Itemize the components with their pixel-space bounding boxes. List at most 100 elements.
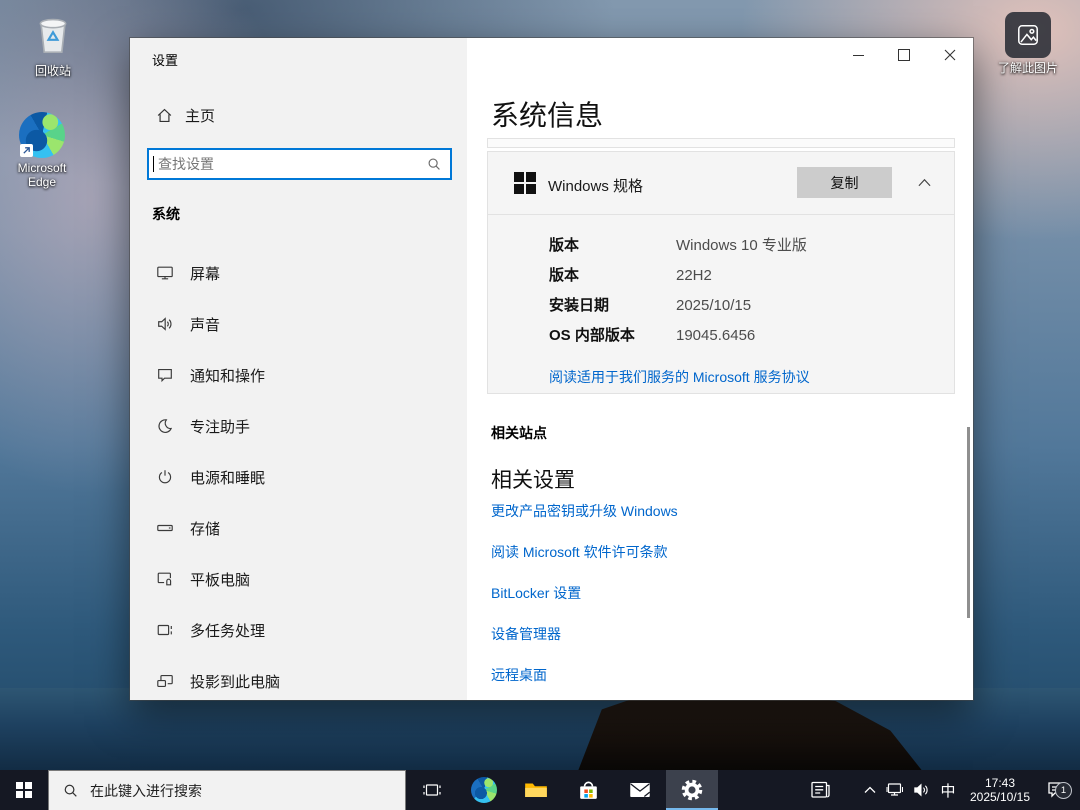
- sidebar-item-storage[interactable]: 存储: [130, 513, 467, 543]
- sidebar-item-label: 屏幕: [190, 265, 221, 283]
- sidebar-item-label: 声音: [190, 316, 221, 334]
- clock-date: 2025/10/15: [969, 790, 1031, 804]
- volume-icon: [913, 783, 928, 797]
- news-interests-button[interactable]: [798, 779, 844, 801]
- search-icon: [427, 157, 441, 171]
- windows-logo-icon: [514, 172, 536, 194]
- sidebar-item-label: 投影到此电脑: [190, 673, 281, 691]
- taskbar-settings-button[interactable]: [666, 770, 718, 810]
- change-product-key-link[interactable]: 更改产品密钥或升级 Windows: [491, 504, 678, 519]
- services-agreement-link[interactable]: 阅读适用于我们服务的 Microsoft 服务协议: [549, 367, 810, 387]
- copy-button[interactable]: 复制: [797, 167, 892, 198]
- projecting-icon: [157, 675, 173, 687]
- maximize-icon: [898, 49, 910, 61]
- ime-indicator[interactable]: 中: [934, 780, 962, 801]
- settings-sidebar: 设置 主页 系统: [130, 38, 467, 700]
- sidebar-item-label: 多任务处理: [190, 622, 266, 640]
- related-settings-heading: 相关设置: [491, 469, 575, 492]
- start-button[interactable]: [0, 770, 48, 810]
- sidebar-item-display[interactable]: 屏幕: [130, 258, 467, 288]
- taskbar-clock[interactable]: 17:43 2025/10/15: [962, 776, 1038, 804]
- mail-icon: [630, 782, 651, 798]
- sidebar-item-label: 专注助手: [190, 418, 251, 436]
- taskbar-file-explorer-button[interactable]: [510, 770, 562, 810]
- chevron-up-icon[interactable]: [918, 178, 931, 187]
- system-tray: 中 17:43 2025/10/15 1: [798, 770, 1080, 810]
- sidebar-nav: 屏幕 声音 通知和操作 专注助手 电源和睡眠 存储 平板电脑 多任务处理 投影到…: [130, 258, 467, 717]
- multitasking-icon: [157, 624, 172, 636]
- remote-desktop-link[interactable]: 远程桌面: [491, 668, 678, 683]
- sidebar-item-tablet[interactable]: 平板电脑: [130, 564, 467, 594]
- spec-label: OS 内部版本: [549, 327, 635, 344]
- taskbar-edge-button[interactable]: [458, 770, 510, 810]
- action-center-button[interactable]: 1: [1038, 779, 1074, 801]
- spec-card-title: Windows 规格: [548, 178, 644, 195]
- bitlocker-settings-link[interactable]: BitLocker 设置: [491, 586, 678, 601]
- spec-row: 版本 22H2: [549, 266, 954, 286]
- sound-icon: [158, 317, 172, 331]
- volume-tray-button[interactable]: [908, 781, 934, 799]
- taskbar-search-box[interactable]: [48, 770, 406, 810]
- sidebar-item-power-sleep[interactable]: 电源和睡眠: [130, 462, 467, 492]
- tablet-icon: [157, 572, 172, 586]
- sidebar-item-label: 平板电脑: [190, 571, 251, 589]
- page-title: 系统信息: [491, 100, 604, 131]
- picture-icon: [1005, 12, 1051, 58]
- sidebar-item-notifications[interactable]: 通知和操作: [130, 360, 467, 390]
- task-view-icon: [423, 784, 441, 796]
- window-title: 设置: [152, 53, 179, 68]
- home-icon: [157, 108, 172, 122]
- settings-search-input[interactable]: [154, 156, 427, 172]
- sidebar-item-projecting[interactable]: 投影到此电脑: [130, 666, 467, 696]
- taskbar-mail-button[interactable]: [614, 770, 666, 810]
- spec-value: 19045.6456: [676, 327, 756, 344]
- chevron-up-icon: [864, 786, 876, 793]
- previous-card-edge: [487, 138, 955, 148]
- related-sites-heading: 相关站点: [491, 425, 547, 441]
- taskbar-search-input[interactable]: [88, 781, 405, 800]
- spec-row: 版本 Windows 10 专业版: [549, 236, 954, 256]
- spec-value: 2025/10/15: [676, 297, 752, 314]
- shortcut-arrow-icon: [20, 144, 33, 157]
- minimize-button[interactable]: [835, 38, 881, 72]
- spec-value: 22H2: [676, 267, 712, 284]
- maximize-button[interactable]: [881, 38, 927, 72]
- spec-row: 安装日期 2025/10/15: [549, 296, 954, 316]
- close-button[interactable]: [927, 38, 973, 72]
- close-icon: [944, 49, 956, 61]
- sidebar-item-label: 电源和睡眠: [190, 469, 266, 487]
- edge-icon: [19, 112, 65, 158]
- task-view-button[interactable]: [406, 770, 458, 810]
- scrollbar-thumb[interactable]: [967, 427, 970, 618]
- device-manager-link[interactable]: 设备管理器: [491, 627, 678, 642]
- taskbar-store-button[interactable]: [562, 770, 614, 810]
- spec-card-header[interactable]: Windows 规格 复制: [488, 152, 954, 215]
- sidebar-item-home[interactable]: 主页: [156, 102, 215, 128]
- taskbar: 中 17:43 2025/10/15 1: [0, 770, 1080, 810]
- related-links: 更改产品密钥或升级 Windows 阅读 Microsoft 软件许可条款 Bi…: [491, 504, 678, 709]
- sidebar-item-multitasking[interactable]: 多任务处理: [130, 615, 467, 645]
- sidebar-item-sound[interactable]: 声音: [130, 309, 467, 339]
- network-icon: [886, 783, 903, 796]
- settings-search-box[interactable]: [147, 148, 452, 180]
- network-tray-button[interactable]: [882, 781, 908, 799]
- spec-label: 版本: [549, 237, 580, 254]
- desktop-icon-label: 回收站: [34, 64, 71, 78]
- moon-icon: [158, 419, 173, 433]
- sidebar-item-focus-assist[interactable]: 专注助手: [130, 411, 467, 441]
- desktop-icon-edge[interactable]: Microsoft Edge: [0, 112, 84, 189]
- desktop-icon-recycle-bin[interactable]: 回收站: [11, 6, 95, 78]
- notifications-icon: [158, 369, 172, 383]
- file-explorer-icon: [523, 777, 549, 803]
- desktop-icon-label: Microsoft Edge: [17, 161, 67, 189]
- license-terms-link[interactable]: 阅读 Microsoft 软件许可条款: [491, 545, 678, 560]
- sidebar-section-label: 系统: [152, 206, 180, 222]
- search-icon: [64, 784, 77, 797]
- gear-icon: [681, 779, 703, 801]
- store-icon: [576, 778, 601, 803]
- desktop-icon-learn-picture[interactable]: 了解此图片: [986, 12, 1070, 75]
- settings-window: 设置 主页 系统: [129, 37, 974, 701]
- tray-overflow-button[interactable]: [858, 786, 882, 794]
- spec-label: 版本: [549, 267, 580, 284]
- news-icon: [811, 781, 830, 798]
